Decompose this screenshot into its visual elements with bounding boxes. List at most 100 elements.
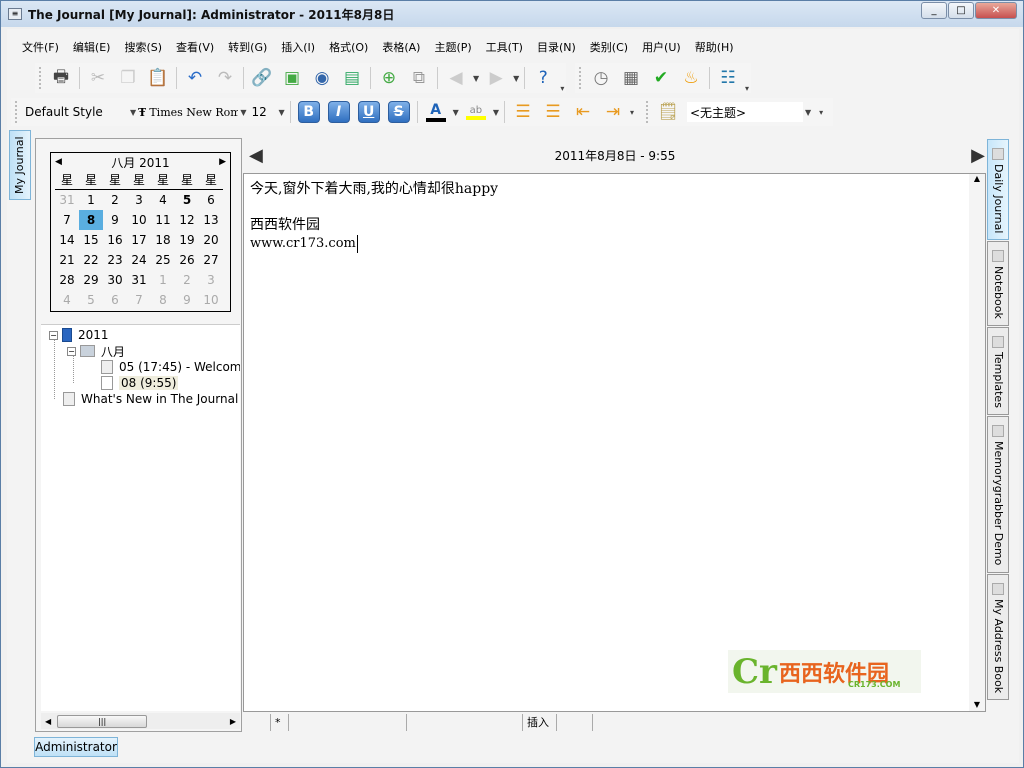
calendar-day[interactable]: 7 (55, 210, 79, 230)
menu-item[interactable]: 用户(U) (635, 39, 688, 57)
calendar-day[interactable]: 2 (175, 270, 199, 290)
calendar-day[interactable]: 13 (199, 210, 223, 230)
scroll-right-icon[interactable]: ▶ (230, 717, 236, 726)
calendar-day[interactable]: 8 (79, 210, 103, 230)
calendar-day[interactable]: 3 (127, 190, 151, 210)
collapse-icon[interactable]: − (67, 346, 76, 356)
calendar-day[interactable]: 27 (199, 250, 223, 270)
tree-node-2011[interactable]: − 2011 (49, 327, 109, 343)
menu-item[interactable]: 搜索(S) (117, 39, 169, 57)
menu-item[interactable]: 编辑(E) (66, 39, 118, 57)
calendar-day[interactable]: 7 (127, 290, 151, 310)
calendar-day[interactable]: 25 (151, 250, 175, 270)
prev-month-icon[interactable]: ◀ (55, 157, 62, 167)
calendar-day[interactable]: 1 (79, 190, 103, 210)
chevron-down-icon[interactable]: ▼ (130, 108, 136, 117)
calendar-day[interactable]: 5 (175, 190, 199, 210)
indent-icon[interactable]: ⇥ (600, 99, 626, 125)
underline-button[interactable]: U (357, 101, 380, 123)
calendar-day[interactable]: 9 (103, 210, 127, 230)
menu-item[interactable]: 文件(F) (15, 39, 66, 57)
scroll-up-icon[interactable]: ▲ (969, 174, 985, 183)
tab-my-address-book[interactable]: My Address Book (987, 573, 1009, 700)
link-icon[interactable]: 🔗 (249, 65, 275, 91)
calendar-day[interactable]: 6 (103, 290, 127, 310)
calendar-day[interactable]: 8 (151, 290, 175, 310)
maximize-button[interactable]: □ (948, 2, 974, 19)
font-size-select[interactable]: 12 (248, 102, 277, 122)
menu-item[interactable]: 工具(T) (479, 39, 530, 57)
redo-icon[interactable]: ↷ (212, 65, 238, 91)
calendar-day[interactable]: 2 (103, 190, 127, 210)
tab-daily-journal[interactable]: Daily Journal (987, 139, 1009, 241)
toolbar-overflow-icon[interactable]: ▾ (819, 108, 823, 117)
tab-templates[interactable]: Templates (987, 327, 1009, 416)
calendar-day[interactable]: 3 (199, 270, 223, 290)
chevron-down-icon[interactable]: ▼ (473, 74, 479, 83)
tree-entry-selected[interactable]: 08 (9:55) (101, 375, 179, 391)
toolbar-overflow-icon[interactable]: ▾ (560, 84, 564, 93)
calendar-day[interactable]: 16 (103, 230, 127, 250)
chevron-down-icon[interactable]: ▼ (453, 108, 459, 117)
calendar-day[interactable]: 12 (175, 210, 199, 230)
paste-icon[interactable]: 📋 (145, 65, 171, 91)
tab-memorygrabber-demo[interactable]: Memorygrabber Demo (987, 416, 1009, 573)
chevron-down-icon[interactable]: ▼ (513, 74, 519, 83)
toolbar-grip[interactable] (645, 101, 649, 123)
highlight-button[interactable]: ab (463, 99, 489, 125)
bold-button[interactable]: B (297, 101, 320, 123)
insert-web-icon[interactable]: ◉ (309, 65, 335, 91)
toolbar-grip[interactable] (15, 101, 18, 123)
cut-icon[interactable]: ✂ (85, 65, 111, 91)
calendar-day[interactable]: 4 (55, 290, 79, 310)
help-icon[interactable]: ? (530, 65, 556, 91)
tab-user-administrator[interactable]: Administrator (34, 737, 118, 757)
checkmark-icon[interactable]: ✔ (648, 65, 674, 91)
calendar-day[interactable]: 29 (79, 270, 103, 290)
toolbar-grip[interactable] (39, 67, 42, 89)
chevron-down-icon[interactable]: ▼ (493, 108, 499, 117)
toolbar-overflow-icon[interactable]: ▾ (745, 84, 749, 93)
clock-icon[interactable]: ◷ (588, 65, 614, 91)
calendar-day[interactable]: 28 (55, 270, 79, 290)
chevron-down-icon[interactable]: ▼ (805, 108, 811, 117)
forward-icon[interactable]: ▶ (483, 65, 509, 91)
next-month-icon[interactable]: ▶ (219, 157, 226, 167)
font-select[interactable]: Times New Romar (146, 102, 239, 122)
calendar-day[interactable]: 19 (175, 230, 199, 250)
calendar-day[interactable]: 26 (175, 250, 199, 270)
calendar-day[interactable]: 17 (127, 230, 151, 250)
insert-image-icon[interactable]: ▣ (279, 65, 305, 91)
bullet-list-icon[interactable]: ☰ (540, 99, 566, 125)
insert-file-icon[interactable]: ▤ (339, 65, 365, 91)
scroll-down-icon[interactable]: ▼ (969, 700, 985, 709)
calendar-day[interactable]: 21 (55, 250, 79, 270)
calendar-day[interactable]: 30 (103, 270, 127, 290)
scroll-left-icon[interactable]: ◀ (45, 717, 51, 726)
menu-item[interactable]: 帮助(H) (688, 39, 741, 57)
print-icon[interactable]: 🖶 (48, 65, 74, 91)
menu-item[interactable]: 转到(G) (221, 39, 274, 57)
calendar-day[interactable]: 9 (175, 290, 199, 310)
new-entry-icon[interactable]: ⊕ (376, 65, 402, 91)
previous-entry-icon[interactable]: ◀ (249, 145, 263, 166)
birthday-cake-icon[interactable]: ♨ (678, 65, 704, 91)
chevron-down-icon[interactable]: ▼ (240, 108, 246, 117)
calendar-day[interactable]: 31 (55, 190, 79, 210)
toolbar-overflow-icon[interactable]: ▾ (630, 108, 634, 117)
calendar-day[interactable]: 18 (151, 230, 175, 250)
calendar-day[interactable]: 24 (127, 250, 151, 270)
font-color-button[interactable]: A (423, 99, 449, 125)
style-select[interactable]: Default Style (22, 102, 128, 122)
journal-editor[interactable]: 今天,窗外下着大雨,我的心情却很happy 西西软件园 www.cr173.co… (243, 173, 986, 712)
editor-vertical-scrollbar[interactable]: ▲ ▼ (969, 174, 985, 711)
calendar-day[interactable]: 11 (151, 210, 175, 230)
new-copy-icon[interactable]: ⧉ (406, 65, 432, 91)
system-menu-icon[interactable]: ≡ (8, 8, 22, 20)
back-icon[interactable]: ◀ (443, 65, 469, 91)
calendar-icon[interactable]: ▦ (618, 65, 644, 91)
calendar-day[interactable]: 5 (79, 290, 103, 310)
italic-button[interactable]: I (327, 101, 350, 123)
calendar-day[interactable]: 6 (199, 190, 223, 210)
menu-item[interactable]: 格式(O) (322, 39, 375, 57)
